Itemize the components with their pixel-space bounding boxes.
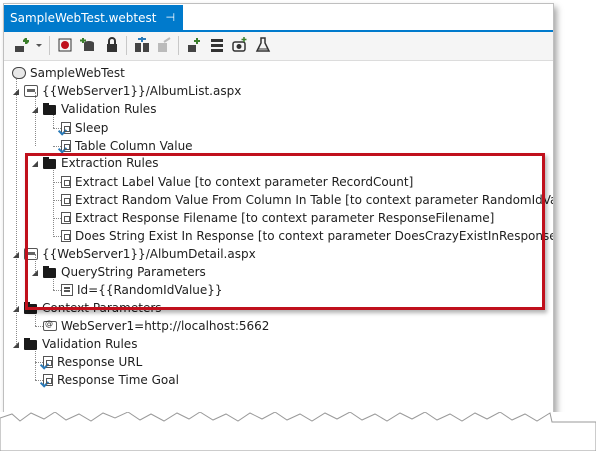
add-recording-icon[interactable] — [232, 37, 248, 53]
toolbar-separator — [126, 36, 127, 55]
credentials-icon[interactable] — [104, 37, 120, 53]
collapse-icon[interactable]: ◢ — [11, 250, 21, 259]
request-icon — [24, 85, 38, 97]
node-label: {{WebServer1}}/AlbumList.aspx — [42, 84, 242, 98]
node-label: Validation Rules — [42, 337, 138, 351]
collapse-icon[interactable]: ◢ — [11, 87, 21, 96]
tree-node-response-time-goal[interactable]: Response Time Goal — [43, 371, 179, 389]
add-plugin-icon[interactable] — [186, 37, 202, 53]
toolbar — [4, 32, 553, 61]
add-request-icon[interactable] — [14, 37, 30, 53]
tree-node-root[interactable]: SampleWebTest — [12, 64, 125, 82]
node-label: Response Time Goal — [57, 373, 179, 387]
toolbar-separator — [178, 36, 179, 55]
node-label: Validation Rules — [61, 102, 157, 116]
collapse-icon[interactable]: ◢ — [11, 340, 21, 349]
webtest-editor-window: SampleWebTest.webtest ⊣ ✕ SampleWebTest … — [3, 3, 554, 415]
tree-node-request-albumlist[interactable]: ◢ {{WebServer1}}/AlbumList.aspx — [11, 82, 241, 100]
close-icon[interactable]: ✕ — [182, 11, 192, 25]
collapse-icon[interactable]: ◢ — [30, 105, 40, 114]
record-icon[interactable] — [57, 37, 73, 53]
webtest-tree: SampleWebTest ◢ {{WebServer1}}/AlbumList… — [4, 61, 553, 414]
webtest-icon — [12, 67, 26, 79]
toolbar-separator — [49, 36, 50, 55]
node-label: Sleep — [75, 121, 109, 135]
dropdown-arrow-icon[interactable] — [35, 37, 43, 53]
tree-node-validation-rules-global[interactable]: ◢ Validation Rules — [11, 335, 138, 353]
settings-icon[interactable] — [209, 37, 225, 53]
context-parameter-icon — [43, 319, 57, 331]
pin-icon[interactable]: ⊣ — [165, 11, 175, 24]
node-label: SampleWebTest — [30, 66, 125, 80]
highlight-box — [25, 153, 545, 310]
folder-icon — [24, 337, 38, 351]
node-label: Response URL — [57, 355, 143, 369]
folder-icon — [43, 102, 57, 116]
promote-icon[interactable] — [156, 37, 172, 53]
tree-node-validation-rules[interactable]: ◢ Validation Rules — [30, 100, 157, 118]
tree-node-sleep[interactable]: Sleep — [61, 119, 108, 137]
validation-rule-icon — [43, 356, 53, 368]
node-label: Table Column Value — [75, 139, 193, 153]
add-datasource-icon[interactable] — [80, 37, 96, 53]
collapse-icon[interactable]: ◢ — [11, 304, 21, 313]
tab-title: SampleWebTest.webtest — [10, 10, 157, 25]
node-label: WebServer1=http://localhost:5662 — [61, 319, 270, 333]
run-icon[interactable] — [255, 37, 271, 53]
torn-edge — [0, 411, 596, 452]
parameterize-icon[interactable] — [134, 37, 150, 53]
document-tabstrip: SampleWebTest.webtest ⊣ ✕ — [4, 4, 553, 32]
validation-rule-icon — [61, 122, 71, 134]
tree-node-response-url[interactable]: Response URL — [43, 353, 142, 371]
validation-rule-icon — [61, 140, 71, 152]
tree-node-webserver1[interactable]: WebServer1=http://localhost:5662 — [43, 317, 269, 335]
validation-rule-icon — [43, 374, 53, 386]
document-tab[interactable]: SampleWebTest.webtest ⊣ ✕ — [4, 5, 192, 30]
